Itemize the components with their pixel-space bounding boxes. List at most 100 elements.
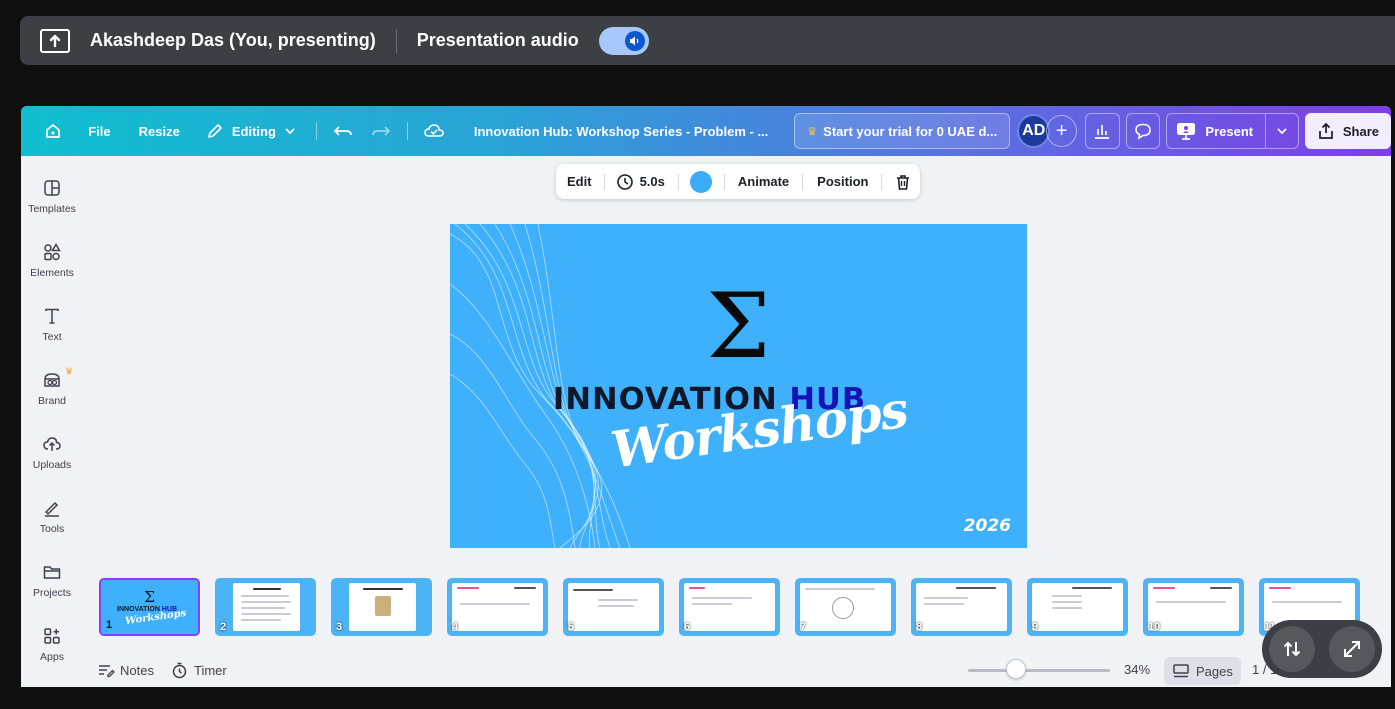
present-options-button[interactable] bbox=[1266, 113, 1299, 149]
cloud-saved-icon[interactable] bbox=[424, 123, 444, 139]
page-number: 4 bbox=[452, 621, 459, 633]
uploads-icon bbox=[43, 437, 61, 451]
zoom-level[interactable]: 34% bbox=[1124, 662, 1150, 677]
pages-label: Pages bbox=[1196, 663, 1233, 679]
home-icon[interactable] bbox=[43, 121, 62, 141]
page-thumbnail[interactable]: 3 bbox=[331, 578, 432, 636]
rail-item-elements[interactable]: Elements bbox=[21, 242, 83, 279]
present-icon bbox=[1177, 123, 1196, 140]
page-context-toolbar: Edit 5.0s Animate Position bbox=[556, 164, 920, 199]
crown-icon: ♛ bbox=[807, 125, 818, 138]
timer-label: Timer bbox=[194, 663, 227, 678]
present-label: Present bbox=[1205, 123, 1254, 139]
divider bbox=[677, 173, 679, 190]
page-thumbnail[interactable]: 9 bbox=[1027, 578, 1128, 636]
zoom-slider-handle[interactable] bbox=[1006, 659, 1026, 679]
undo-icon[interactable] bbox=[333, 122, 353, 140]
divider bbox=[395, 28, 397, 53]
page-thumbnail[interactable]: 6 bbox=[679, 578, 780, 636]
canva-editor: File Resize Editing Innovation Hub: Work… bbox=[21, 106, 1391, 687]
crown-icon: ♛ bbox=[65, 366, 74, 376]
thumbnail-sigma: Σ bbox=[144, 588, 155, 606]
speaker-icon bbox=[624, 30, 645, 51]
edit-button[interactable]: Edit bbox=[567, 174, 592, 189]
page-number: 3 bbox=[336, 621, 343, 633]
start-trial-button[interactable]: ♛ Start your trial for 0 UAE d... bbox=[794, 113, 1011, 149]
thumbnail-preview bbox=[1032, 583, 1123, 631]
chevron-down-icon bbox=[1277, 128, 1287, 135]
meet-presenting-bar: Akashdeep Das (You, presenting) Presenta… bbox=[20, 16, 1395, 65]
rail-label: Brand bbox=[37, 395, 67, 407]
page-number: 7 bbox=[800, 621, 807, 633]
page-thumbnail[interactable]: 10 bbox=[1143, 578, 1244, 636]
share-icon bbox=[1319, 122, 1333, 139]
editor-footer: Notes Timer 34% Pages 1 / 1 bbox=[21, 654, 1391, 687]
rail-item-brand[interactable]: ♛ Brand bbox=[21, 366, 83, 407]
rail-item-templates[interactable]: Templates bbox=[21, 178, 83, 215]
notes-label: Notes bbox=[120, 662, 154, 678]
pages-icon bbox=[1173, 664, 1189, 678]
add-collaborator-button[interactable]: + bbox=[1046, 115, 1077, 147]
text-icon bbox=[45, 308, 59, 324]
side-panel-nav: Templates Elements Text ♛ Brand Uploads … bbox=[21, 156, 83, 687]
rail-label: Tools bbox=[39, 523, 65, 535]
zoom-slider[interactable] bbox=[968, 669, 1110, 672]
share-button[interactable]: Share bbox=[1304, 113, 1391, 149]
rail-item-tools[interactable]: Tools bbox=[21, 498, 83, 535]
slide-year: 2026 bbox=[963, 516, 1011, 536]
position-button[interactable]: Position bbox=[817, 174, 868, 189]
insights-chart-button[interactable] bbox=[1084, 113, 1120, 149]
file-menu[interactable]: File bbox=[88, 124, 110, 139]
pages-view-button[interactable]: Pages bbox=[1164, 657, 1241, 685]
projects-icon bbox=[43, 566, 61, 579]
divider bbox=[315, 122, 317, 140]
divider bbox=[802, 173, 804, 190]
thumbnail-preview bbox=[800, 583, 891, 631]
comment-button[interactable] bbox=[1125, 113, 1161, 149]
rail-label: Elements bbox=[30, 267, 74, 279]
document-title[interactable]: Innovation Hub: Workshop Series - Proble… bbox=[474, 124, 768, 139]
background-color-swatch[interactable] bbox=[689, 170, 712, 193]
page-thumbnail[interactable]: Σ INNOVATION HUB Workshops 1 bbox=[99, 578, 200, 636]
present-button[interactable]: Present bbox=[1166, 113, 1267, 149]
page-thumbnail[interactable]: 7 bbox=[795, 578, 896, 636]
rail-item-text[interactable]: Text bbox=[21, 306, 83, 343]
thumbnail-preview bbox=[452, 583, 543, 631]
tools-icon bbox=[44, 501, 59, 517]
apps-icon bbox=[44, 628, 60, 644]
rail-label: Text bbox=[42, 331, 62, 343]
timer-button[interactable]: Timer bbox=[171, 662, 227, 679]
animate-button[interactable]: Animate bbox=[738, 174, 789, 189]
presenter-name: Akashdeep Das (You, presenting) bbox=[90, 30, 376, 50]
page-thumbnail[interactable]: 8 bbox=[911, 578, 1012, 636]
comment-icon bbox=[1135, 123, 1151, 140]
rail-label: Uploads bbox=[32, 459, 72, 471]
page-number: 1 bbox=[106, 619, 113, 631]
resize-button[interactable]: Resize bbox=[139, 124, 180, 139]
chevron-down-icon bbox=[285, 128, 295, 135]
swap-layout-button[interactable] bbox=[1269, 626, 1315, 672]
templates-icon bbox=[44, 180, 60, 196]
elements-icon bbox=[44, 243, 61, 261]
page-thumbnail[interactable]: 5 bbox=[563, 578, 664, 636]
thumbnail-preview bbox=[568, 583, 659, 631]
page-thumbnail[interactable]: 2 bbox=[215, 578, 316, 636]
duration-button[interactable]: 5.0s bbox=[616, 173, 665, 191]
presentation-audio-toggle[interactable] bbox=[598, 26, 649, 55]
notes-button[interactable]: Notes bbox=[97, 662, 154, 678]
page-number: 10 bbox=[1148, 621, 1161, 633]
trash-icon[interactable] bbox=[894, 173, 912, 191]
thumbnail-preview bbox=[349, 583, 416, 631]
page-thumbnail[interactable]: 4 bbox=[447, 578, 548, 636]
rail-item-projects[interactable]: Projects bbox=[21, 562, 83, 599]
expand-button[interactable] bbox=[1329, 626, 1375, 672]
swap-vertical-icon bbox=[1283, 641, 1301, 657]
page-number: 6 bbox=[684, 621, 691, 633]
editing-mode-button[interactable]: Editing bbox=[206, 122, 296, 140]
redo-icon[interactable] bbox=[371, 122, 391, 140]
timer-icon bbox=[172, 662, 187, 679]
rail-item-uploads[interactable]: Uploads bbox=[21, 434, 83, 471]
slide-canvas[interactable]: Σ INNOVATION HUB Workshops 2026 bbox=[450, 224, 1027, 548]
present-screen-icon bbox=[40, 28, 70, 53]
clock-icon bbox=[616, 173, 633, 190]
